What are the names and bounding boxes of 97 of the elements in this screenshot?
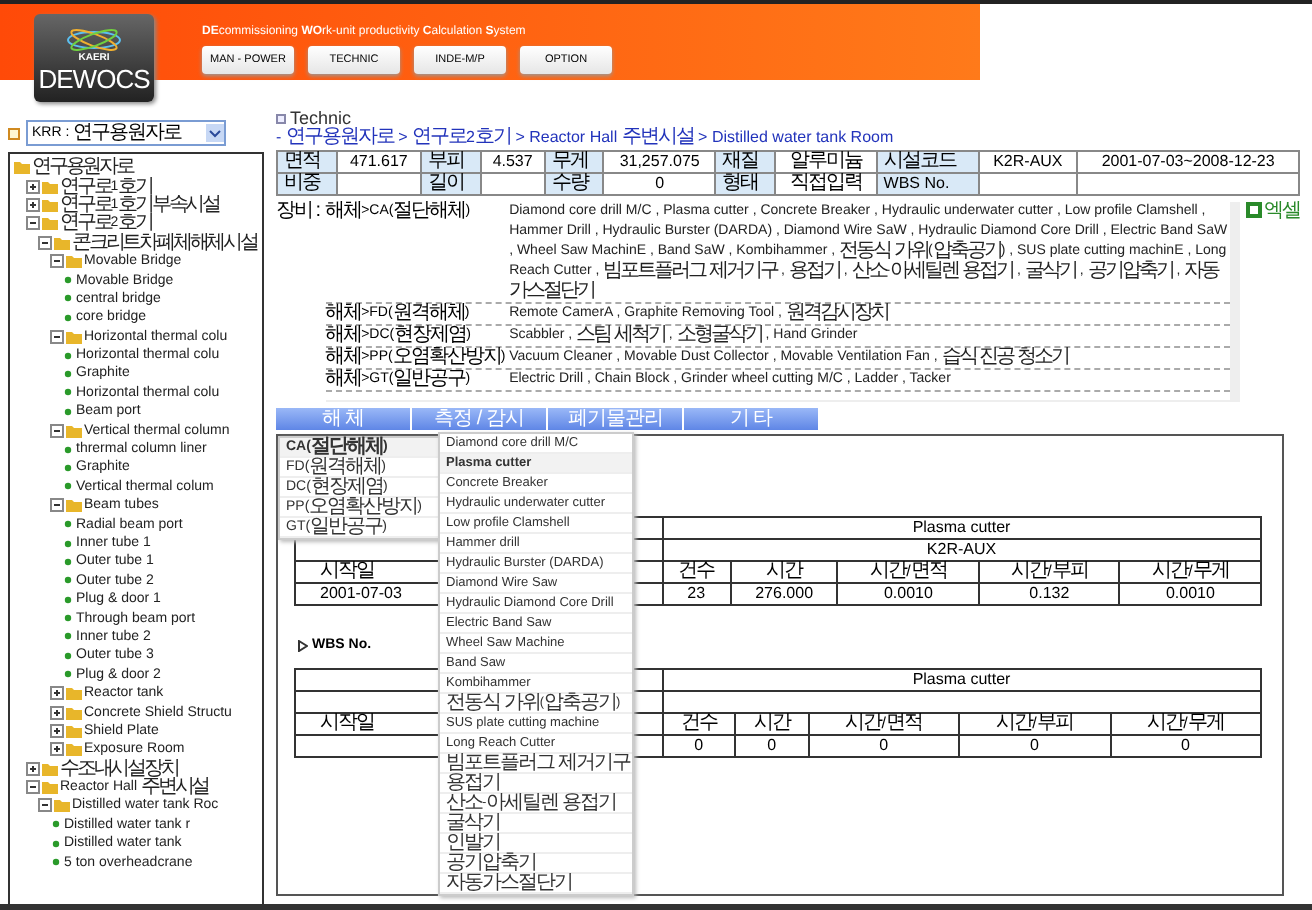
dot-icon — [64, 369, 72, 378]
column-header: 시간/무게 — [1119, 561, 1261, 583]
menu-item[interactable]: 자동가스절단기 — [440, 874, 632, 894]
table-cell: 0 — [1110, 735, 1261, 757]
spreadsheet-icon — [1246, 202, 1262, 218]
dot-icon — [64, 576, 72, 585]
field-label: 재질 — [715, 151, 775, 173]
field-value: 31,257.075 — [603, 151, 716, 173]
folder-icon — [66, 498, 82, 513]
tree-item[interactable]: 콘크리트차폐체해체시설 — [72, 233, 257, 252]
column-header: 시간 — [730, 561, 838, 583]
field-label: 비중 — [277, 173, 337, 195]
dot-icon — [64, 482, 72, 491]
dot-icon — [64, 407, 72, 416]
dot-icon — [64, 388, 72, 397]
menu-item[interactable]: 용접기 — [440, 774, 632, 794]
folder-icon — [66, 423, 82, 438]
dot-icon — [64, 651, 72, 660]
table-cell: 276.000 — [730, 583, 838, 605]
column-header: 시간/부피 — [959, 713, 1110, 735]
tree-item[interactable]: 수조내시설장치 — [60, 759, 178, 778]
column-header: 시간/부피 — [978, 561, 1120, 583]
dot-icon — [52, 820, 60, 829]
expand-icon[interactable] — [26, 761, 40, 776]
dot-icon — [64, 595, 72, 604]
field-value: 471.617 — [336, 151, 422, 173]
menu-item[interactable]: 인발기 — [440, 834, 632, 854]
dot-icon — [64, 276, 72, 285]
bullet-icon — [276, 113, 286, 123]
table-cell: Plasma cutter — [662, 669, 1261, 691]
table-cell: 0 — [808, 735, 960, 757]
table-cell: 0.132 — [978, 583, 1120, 605]
table-cell: K2R-AUX — [662, 539, 1261, 561]
collapse-icon[interactable] — [26, 216, 40, 231]
dot-icon — [64, 670, 72, 679]
dot-icon — [64, 313, 72, 322]
expand-icon[interactable] — [50, 723, 64, 738]
expand-icon[interactable] — [26, 197, 40, 212]
menu-item[interactable]: 공기압축기 — [440, 854, 632, 874]
field-label: 시설코드 — [876, 151, 979, 173]
expand-icon[interactable] — [50, 705, 64, 720]
table-cell: 0 — [735, 735, 809, 757]
page-title: Technic — [290, 108, 352, 128]
dot-icon — [64, 463, 72, 472]
column-header: 시간 — [735, 713, 809, 735]
field-label: 무게 — [544, 151, 604, 173]
table-cell: 0.0010 — [837, 583, 979, 605]
equipment-label: 장비 : — [276, 202, 320, 222]
triangle-icon — [298, 639, 308, 651]
bullet-icon — [8, 127, 20, 139]
collapse-icon[interactable] — [50, 423, 64, 438]
dot-icon — [64, 520, 72, 529]
dot-icon — [64, 351, 72, 360]
table-cell: 0 — [959, 735, 1110, 757]
field-label: 면적 — [277, 151, 337, 173]
dot-icon — [64, 557, 72, 566]
collapse-icon[interactable] — [26, 780, 40, 795]
column-header: 시간/무게 — [1110, 713, 1261, 735]
field-value: 알루미늄 — [774, 151, 877, 173]
logo-icon — [64, 28, 124, 52]
column-header: 건수 — [662, 561, 731, 583]
collapse-icon[interactable] — [50, 254, 64, 269]
logo-text: DEWOCS — [38, 64, 150, 94]
field-label: 형태 — [715, 173, 775, 195]
table-cell: 0.0010 — [1119, 583, 1261, 605]
folder-icon — [66, 329, 82, 344]
collapse-icon[interactable] — [50, 329, 64, 344]
menu-item[interactable]: 굴삭기 — [440, 814, 632, 834]
dot-icon — [64, 539, 72, 547]
dot-icon — [52, 858, 60, 867]
table-cell: 0 — [662, 735, 736, 757]
chevron-down-icon — [206, 124, 224, 142]
field-value: 2001-07-03~2008-12-23 — [1077, 151, 1299, 173]
dot-icon — [64, 614, 72, 623]
table-cell: 23 — [662, 583, 731, 605]
dot-icon — [64, 632, 72, 641]
collapse-icon[interactable] — [38, 235, 52, 250]
breadcrumb[interactable]: - 연구용원자로 > 연구로2호기 > Reactor Hall 주변시설 > Distilled water tank Room — [276, 128, 894, 148]
table-cell: Plasma cutter — [662, 517, 1261, 539]
field-label: 부피 — [421, 151, 481, 173]
expand-icon[interactable] — [50, 686, 64, 701]
column-header: 시간/면적 — [837, 561, 979, 583]
column-header: 시간/면적 — [808, 713, 960, 735]
menu-item[interactable]: 빔포트플러그 제거기구 — [440, 754, 632, 774]
column-header: 건수 — [662, 713, 736, 735]
field-value: 직접입력 — [774, 173, 877, 195]
tree-item[interactable]: 연구용원자로 — [32, 158, 133, 177]
expand-icon[interactable] — [50, 742, 64, 757]
expand-icon[interactable] — [26, 179, 40, 194]
collapse-icon[interactable] — [38, 798, 52, 813]
collapse-icon[interactable] — [50, 498, 64, 513]
field-value: 4.537 — [480, 151, 545, 173]
dot-icon — [52, 839, 60, 848]
field-value: K2R-AUX — [978, 151, 1078, 173]
excel-link[interactable]: 엑셀 — [1246, 202, 1300, 224]
dot-icon — [64, 294, 72, 303]
dot-icon — [64, 445, 72, 454]
